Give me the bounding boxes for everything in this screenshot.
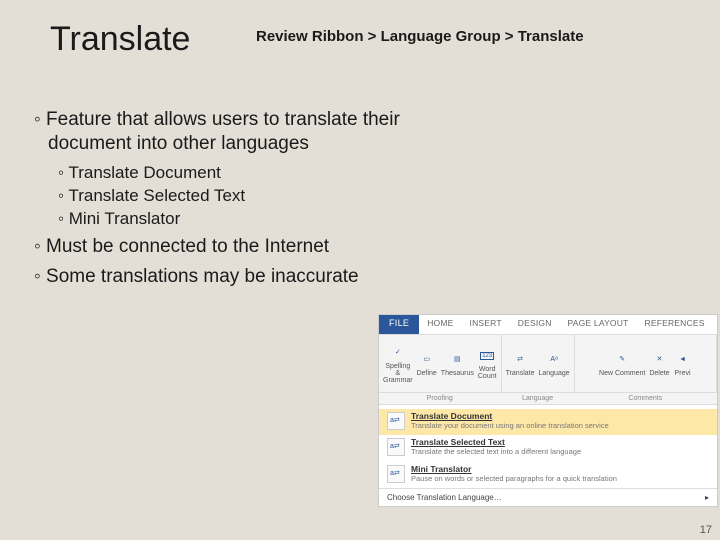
sub-bullet: Mini Translator (72, 208, 404, 229)
sub-bullet: Translate Document (72, 162, 404, 183)
dd-desc: Translate your document using an online … (411, 422, 609, 431)
prev-icon: ◄ (674, 351, 692, 369)
ritem-label: Define (417, 370, 437, 377)
new-comment-button[interactable]: ✎ New Comment (599, 351, 645, 377)
check-icon: ✓ (389, 344, 407, 362)
translate-dropdown: Translate Document Translate your docume… (379, 405, 717, 506)
delete-comment-button[interactable]: ✕ Delete (649, 351, 669, 377)
group-proofing: ✓ Spelling & Grammar ▭ Define ▤ Thesauru… (379, 335, 502, 392)
tab-references[interactable]: REFERENCES (636, 315, 712, 334)
define-button[interactable]: ▭ Define (417, 351, 437, 377)
thesaurus-icon: ▤ (448, 351, 466, 369)
group-comments: ✎ New Comment ✕ Delete ◄ Previ Comments (575, 335, 717, 392)
translate-selected-icon (387, 438, 405, 456)
group-label: Language (502, 395, 574, 403)
book-icon: ▭ (418, 351, 436, 369)
wordcount-icon: 123 (478, 347, 496, 365)
bullet-item: Some translations may be inaccurate (24, 265, 404, 289)
ribbon-body: ✓ Spelling & Grammar ▭ Define ▤ Thesauru… (379, 335, 717, 393)
slide-title: Translate (50, 20, 190, 59)
dd-translate-selected[interactable]: Translate Selected Text Translate the se… (379, 435, 717, 461)
bullet-text: Some translations may be inaccurate (46, 266, 359, 287)
ritem-label: Previ (675, 370, 691, 377)
tab-pagelayout[interactable]: PAGE LAYOUT (560, 315, 637, 334)
dd-footer-label: Choose Translation Language… (387, 493, 502, 502)
ritem-label: Spelling & Grammar (383, 363, 413, 384)
spelling-button[interactable]: ✓ Spelling & Grammar (383, 344, 413, 384)
dd-choose-language[interactable]: Choose Translation Language… ▸ (379, 488, 717, 506)
bullet-text: Feature that allows users to translate t… (46, 109, 400, 154)
dd-mini-translator[interactable]: Mini Translator Pause on words or select… (379, 462, 717, 488)
ribbon-tabs: FILE HOME INSERT DESIGN PAGE LAYOUT REFE… (379, 315, 717, 335)
tab-file[interactable]: FILE (379, 315, 419, 334)
sub-bullet: Translate Selected Text (72, 185, 404, 206)
ritem-label: Delete (649, 370, 669, 377)
ritem-label: Language (538, 370, 569, 377)
group-label: Proofing (379, 395, 501, 403)
wordcount-button[interactable]: 123 Word Count (478, 347, 497, 380)
translate-icon: ⇄ (511, 351, 529, 369)
ritem-label: New Comment (599, 370, 645, 377)
ritem-label: Translate (506, 370, 535, 377)
slide: Translate Review Ribbon > Language Group… (0, 0, 720, 540)
word-ribbon-screenshot: FILE HOME INSERT DESIGN PAGE LAYOUT REFE… (378, 314, 718, 507)
previous-comment-button[interactable]: ◄ Previ (674, 351, 692, 377)
bullet-item: Feature that allows users to translate t… (24, 108, 404, 229)
bullet-text: Must be connected to the Internet (46, 236, 329, 257)
translate-doc-icon (387, 412, 405, 430)
thesaurus-button[interactable]: ▤ Thesaurus (441, 351, 474, 377)
group-language: ⇄ Translate Aᵃ Language Language (502, 335, 575, 392)
tab-home[interactable]: HOME (419, 315, 461, 334)
bullet-item: Must be connected to the Internet (24, 235, 404, 259)
tab-design[interactable]: DESIGN (510, 315, 560, 334)
page-number: 17 (700, 524, 712, 536)
dd-desc: Translate the selected text into a diffe… (411, 448, 581, 457)
dd-desc: Pause on words or selected paragraphs fo… (411, 475, 617, 484)
mini-translator-icon (387, 465, 405, 483)
bullet-list: Feature that allows users to translate t… (24, 108, 404, 295)
comment-icon: ✎ (613, 351, 631, 369)
delete-icon: ✕ (650, 351, 668, 369)
ritem-label: Word Count (478, 366, 497, 380)
language-button[interactable]: Aᵃ Language (538, 351, 569, 377)
chevron-right-icon: ▸ (705, 493, 709, 502)
language-icon: Aᵃ (545, 351, 563, 369)
ritem-label: Thesaurus (441, 370, 474, 377)
translate-button[interactable]: ⇄ Translate (506, 351, 535, 377)
group-label: Comments (575, 395, 716, 403)
tab-insert[interactable]: INSERT (462, 315, 510, 334)
breadcrumb: Review Ribbon > Language Group > Transla… (256, 28, 584, 45)
dd-translate-document[interactable]: Translate Document Translate your docume… (379, 409, 717, 435)
